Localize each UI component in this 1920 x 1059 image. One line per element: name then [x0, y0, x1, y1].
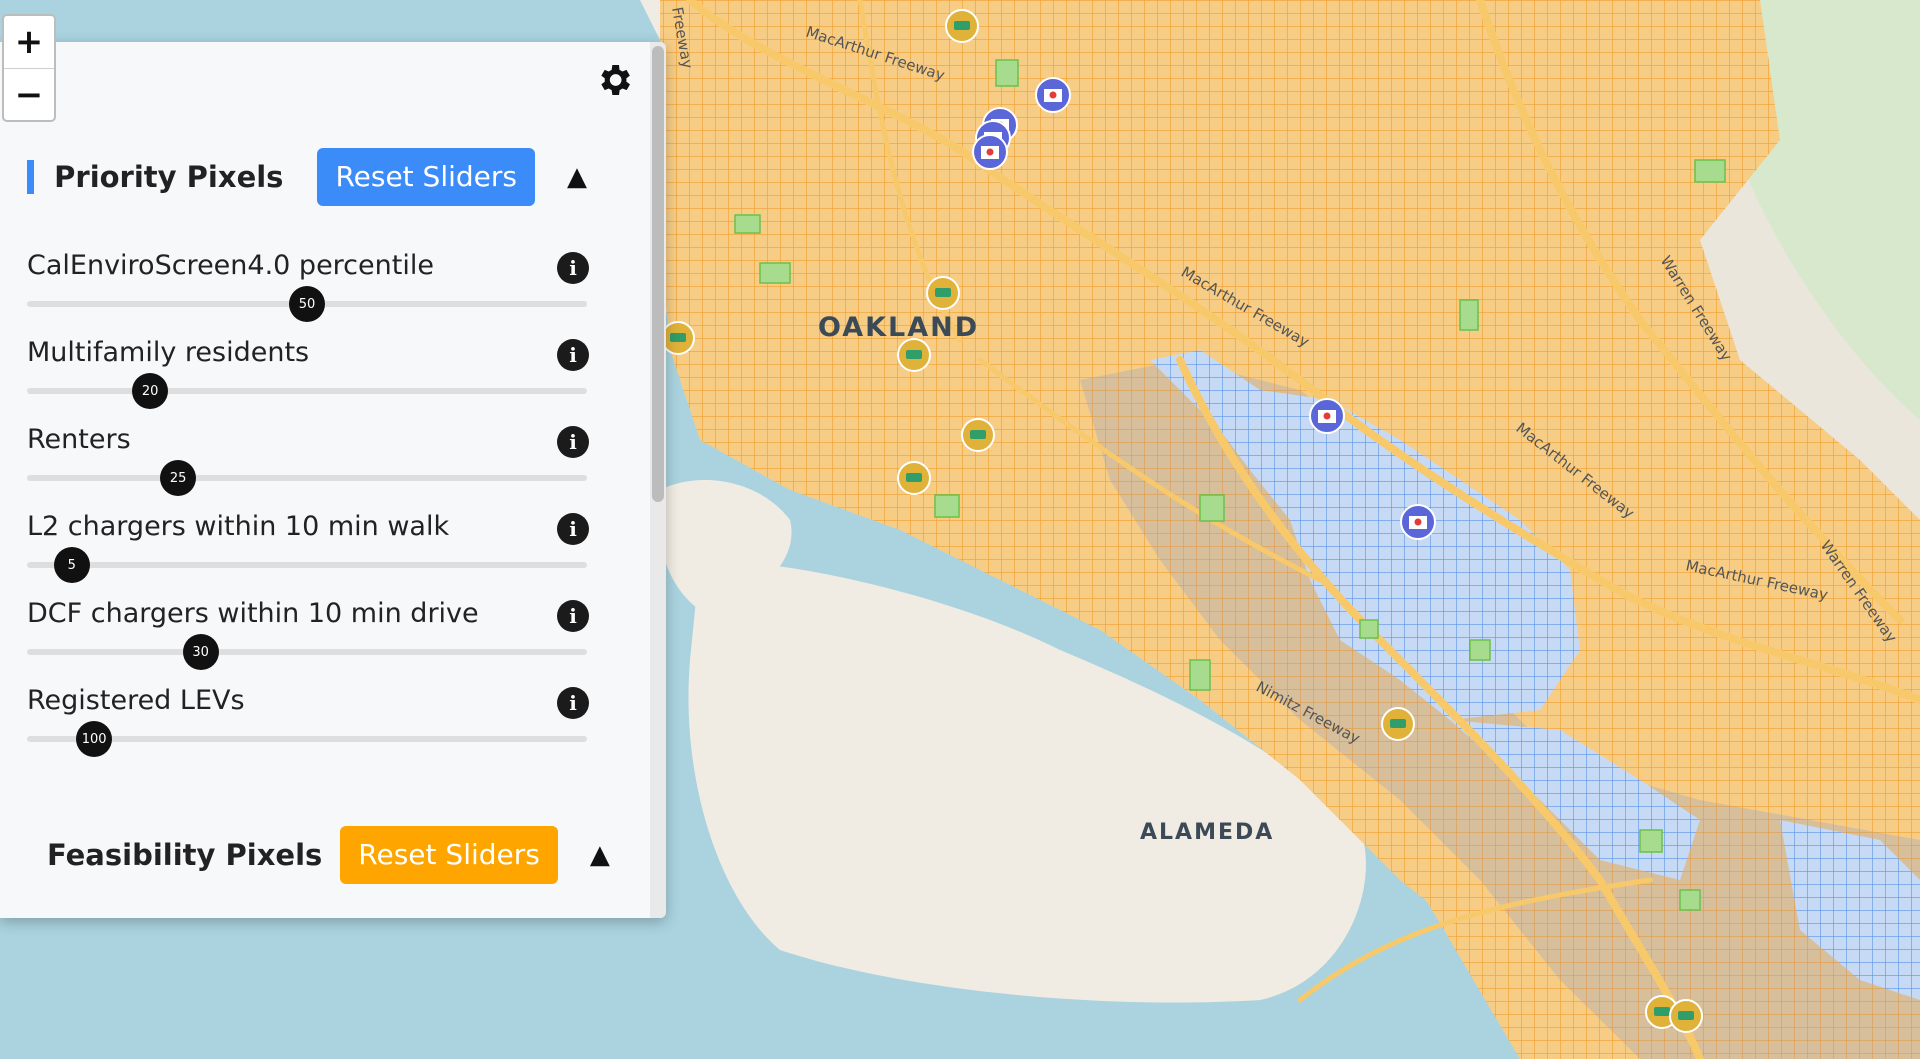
slider-track[interactable]: 5 [27, 547, 587, 583]
slider-row: Multifamily residents i 20 [27, 337, 589, 423]
priority-swatch [27, 160, 35, 194]
slider-track[interactable]: 25 [27, 460, 587, 496]
info-icon[interactable]: i [557, 513, 589, 545]
hospital-icon[interactable] [1400, 504, 1436, 540]
feasibility-collapse-toggle[interactable]: ▲ [590, 840, 610, 870]
hospital-icon[interactable] [1035, 77, 1071, 113]
ev-charger-icon[interactable] [1381, 707, 1415, 741]
info-icon[interactable]: i [557, 687, 589, 719]
oakland-label: OAKLAND [818, 312, 979, 343]
slider-row: CalEnviroScreen4.0 percentile i 50 [27, 250, 589, 336]
info-icon[interactable]: i [557, 600, 589, 632]
priority-reset-button[interactable]: Reset Sliders [317, 148, 535, 206]
slider-thumb[interactable]: 100 [76, 721, 113, 757]
feasibility-reset-button[interactable]: Reset Sliders [340, 826, 558, 884]
ev-charger-icon[interactable] [961, 418, 995, 452]
zoom-in-button[interactable]: + [4, 16, 54, 69]
zoom-control: + − [2, 14, 56, 122]
filter-panel: Priority Pixels Reset Sliders ▲ CalEnvir… [0, 42, 666, 918]
slider-row: L2 chargers within 10 min walk i 5 [27, 511, 589, 597]
priority-title: Priority Pixels [54, 160, 284, 194]
slider-row: DCF chargers within 10 min drive i 30 [27, 598, 589, 684]
slider-row: Renters i 25 [27, 424, 589, 510]
ev-charger-icon[interactable] [945, 9, 979, 43]
slider-label: CalEnviroScreen4.0 percentile [27, 250, 434, 281]
slider-track[interactable]: 50 [27, 286, 587, 322]
slider-label: DCF chargers within 10 min drive [27, 598, 479, 629]
slider-thumb[interactable]: 25 [160, 460, 197, 496]
slider-track[interactable]: 20 [27, 373, 587, 409]
zoom-out-button[interactable]: − [4, 69, 54, 121]
alameda-label: ALAMEDA [1140, 820, 1274, 845]
slider-thumb[interactable]: 5 [53, 547, 90, 583]
gear-icon[interactable] [594, 60, 634, 100]
info-icon[interactable]: i [557, 339, 589, 371]
slider-row: Registered LEVs i 100 [27, 685, 589, 771]
slider-track[interactable]: 100 [27, 721, 587, 757]
panel-scrollbar[interactable] [650, 42, 666, 918]
ev-charger-icon[interactable] [897, 338, 931, 372]
slider-label: Renters [27, 424, 131, 455]
ev-charger-icon[interactable] [661, 321, 695, 355]
feasibility-title: Feasibility Pixels [47, 838, 323, 872]
info-icon[interactable]: i [557, 426, 589, 458]
slider-thumb[interactable]: 50 [289, 286, 325, 322]
info-icon[interactable]: i [557, 252, 589, 284]
ev-charger-icon[interactable] [897, 461, 931, 495]
panel-scrollbar-thumb[interactable] [652, 46, 664, 502]
priority-header: Priority Pixels Reset Sliders ▲ [27, 148, 587, 206]
hospital-icon[interactable] [1309, 398, 1345, 434]
slider-thumb[interactable]: 20 [132, 373, 169, 409]
slider-thumb[interactable]: 30 [182, 634, 219, 670]
priority-collapse-toggle[interactable]: ▲ [567, 162, 587, 192]
slider-label: Registered LEVs [27, 685, 245, 716]
slider-track[interactable]: 30 [27, 634, 587, 670]
slider-label: Multifamily residents [27, 337, 310, 368]
ev-charger-icon[interactable] [1669, 999, 1703, 1033]
slider-label: L2 chargers within 10 min walk [27, 511, 450, 542]
ev-charger-icon[interactable] [926, 276, 960, 310]
hospital-icon[interactable] [972, 134, 1008, 170]
feasibility-header: Feasibility Pixels Reset Sliders ▲ [27, 826, 610, 884]
